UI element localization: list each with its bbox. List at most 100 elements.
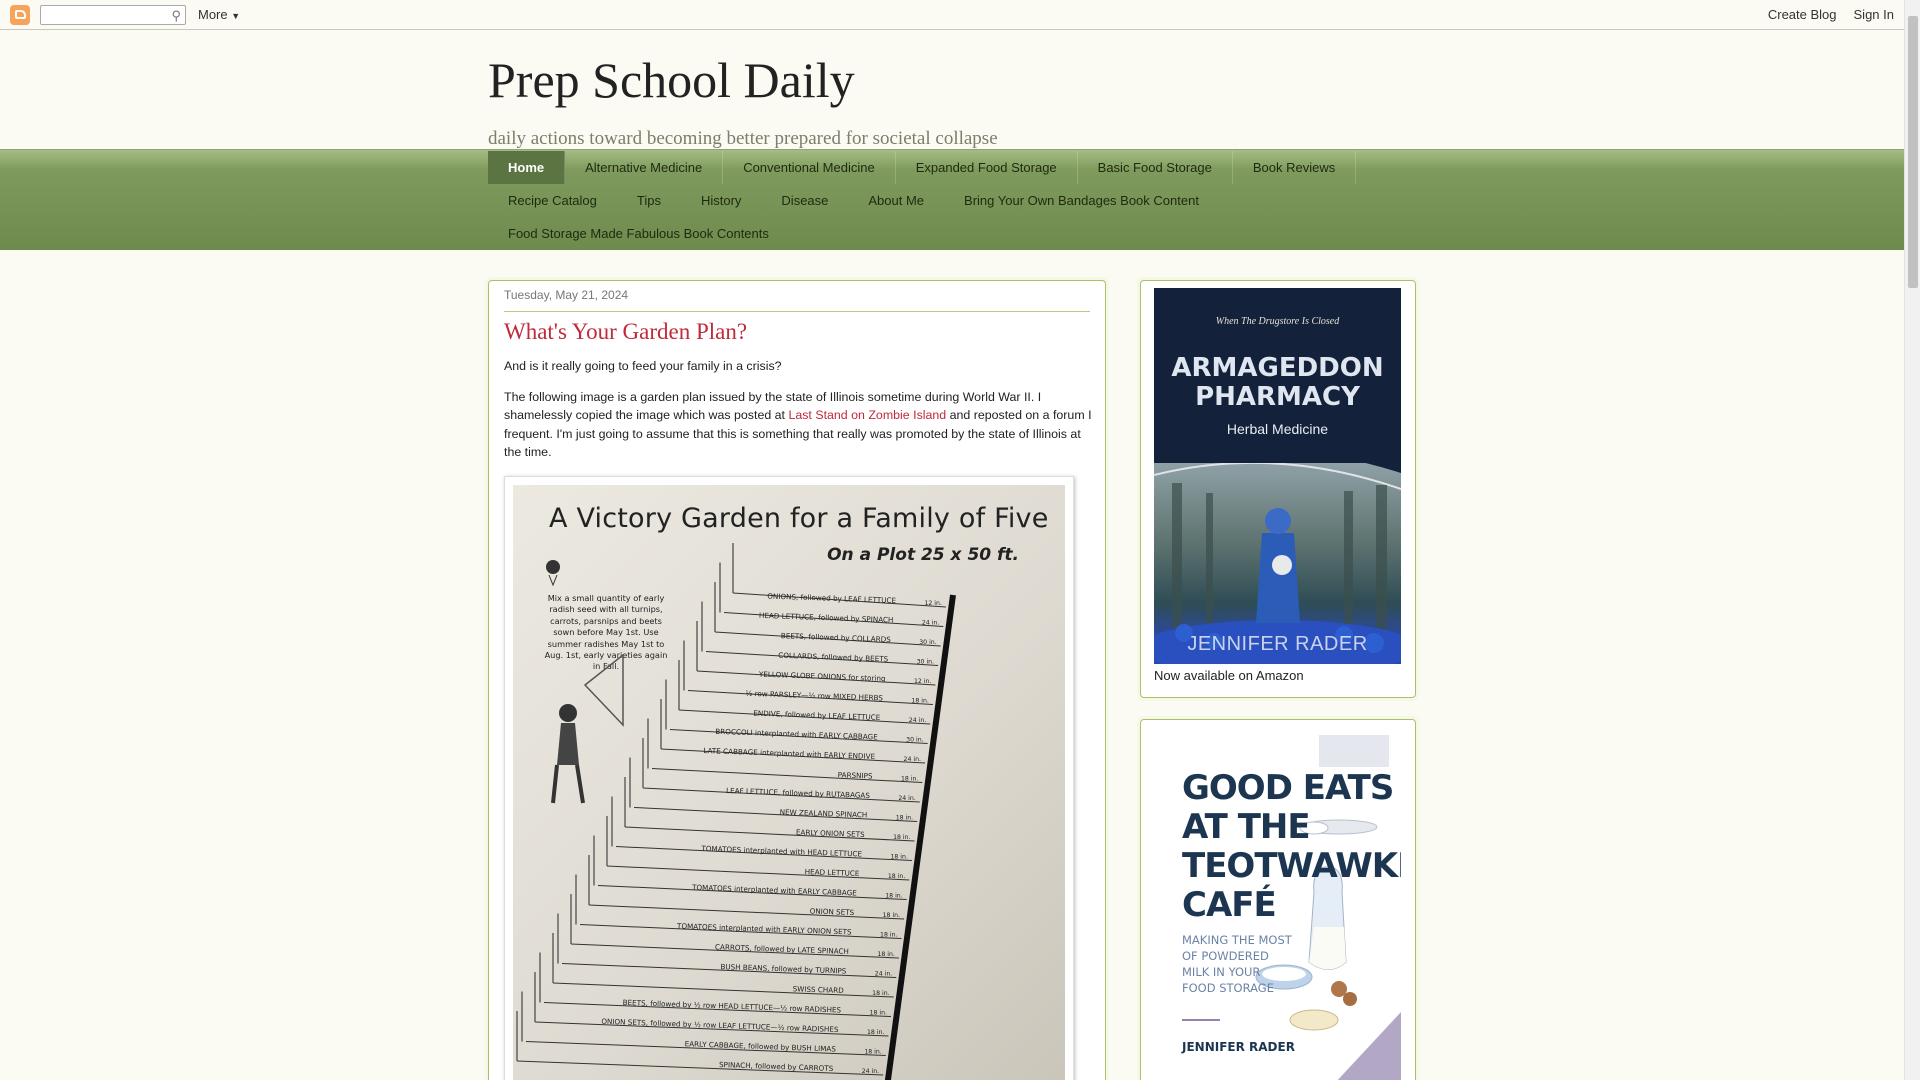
book-title: ARMAGEDDON PHARMACY	[1154, 354, 1401, 412]
garden-row-spacing: 24 in.	[875, 971, 892, 978]
gardener-illustration-icon	[546, 560, 624, 804]
post-date: Tuesday, May 21, 2024	[504, 288, 1090, 312]
garden-row-line	[588, 904, 905, 920]
blogger-logo-icon[interactable]	[10, 4, 30, 25]
garden-row-label: ½ row PARSLEY—½ row MIXED HERBS	[745, 689, 883, 703]
book-subtitle: Herbal Medicine	[1226, 421, 1329, 437]
garden-row-label: ENDIVE, followed by LEAF LETTUCE	[753, 709, 881, 722]
garden-row-label: BEETS, followed by ½ row HEAD LETTUCE—½ …	[623, 998, 842, 1015]
garden-row-spacing: 12 in.	[924, 600, 941, 607]
garden-row-label: PARSNIPS	[838, 770, 873, 780]
create-blog-link[interactable]: Create Blog	[1768, 7, 1837, 22]
garden-row-spacing: 18 in.	[872, 990, 889, 997]
garden-row-spacing: 18 in.	[867, 1029, 884, 1036]
tab-conventional-medicine[interactable]: Conventional Medicine	[723, 151, 896, 184]
book-title-line: TEOTWAWKI	[1182, 846, 1401, 886]
tab-home[interactable]: Home	[488, 151, 566, 184]
tab-alternative-medicine[interactable]: Alternative Medicine	[565, 151, 724, 184]
garden-row-label: ONION SETS	[810, 906, 855, 917]
garden-row-spacing: 24 in.	[904, 756, 921, 763]
garden-row-spacing: 24 in.	[862, 1068, 879, 1075]
blogger-navbar: ⚲ More ▼ Create Blog Sign In	[0, 0, 1904, 30]
book-subtitle-line: FOOD STORAGE	[1182, 981, 1274, 995]
tab-basic-food-storage[interactable]: Basic Food Storage	[1078, 151, 1233, 184]
book-subtitle-line: OF POWDERED	[1182, 949, 1269, 963]
book-caption: Now available on Amazon	[1154, 668, 1304, 683]
garden-row-spacing: 18 in.	[864, 1049, 881, 1056]
post-image-frame[interactable]: A Victory Garden for a Family of Five On…	[504, 476, 1074, 1080]
book-author: JENNIFER RADER	[1187, 633, 1368, 655]
victory-garden-image[interactable]: A Victory Garden for a Family of Five On…	[513, 485, 1065, 1080]
post-paragraph: The following image is a garden plan iss…	[504, 388, 1094, 462]
garden-row-label: HEAD LETTUCE	[805, 867, 860, 878]
vertical-scrollbar[interactable]	[1904, 0, 1920, 1080]
more-menu[interactable]: More ▼	[198, 7, 240, 22]
page-tabs: Home Alternative Medicine Conventional M…	[0, 149, 1904, 250]
caret-down-icon: ▼	[231, 11, 241, 21]
garden-row-spacing: 24 in.	[922, 620, 939, 627]
garden-row-label: BUSH BEANS, followed by TURNIPS	[720, 962, 847, 975]
garden-row-spacing: 18 in.	[888, 873, 905, 880]
garden-row-spacing: 30 in.	[917, 659, 934, 666]
scrollbar-thumb[interactable]	[1908, 16, 1918, 288]
sidebar-widget-book2: GOOD EATS AT THE TEOTWAWKI CAFÉ MAKING T…	[1140, 719, 1416, 1080]
garden-row-spacing: 30 in.	[906, 737, 923, 744]
blog-title[interactable]: Prep School Daily	[488, 48, 998, 112]
tab-recipe-catalog[interactable]: Recipe Catalog	[488, 184, 617, 217]
garden-row-spacing: 18 in.	[896, 815, 913, 822]
blog-header: Prep School Daily daily actions toward b…	[488, 48, 998, 150]
book-subtitle-line: MAKING THE MOST	[1182, 933, 1292, 947]
garden-row-label: COLLARDS, followed by BEETS	[778, 651, 889, 664]
garden-row-label: CARROTS, followed by LATE SPINACH	[715, 942, 849, 956]
post-title[interactable]: What's Your Garden Plan?	[504, 319, 747, 345]
garden-row-line	[624, 826, 915, 842]
garden-row-spacing: 18 in.	[911, 698, 928, 705]
garden-row-spacing: 24 in.	[898, 795, 915, 802]
garden-row-label: LATE CABBAGE interplanted with EARLY END…	[703, 746, 875, 761]
book-title-line: CAFÉ	[1182, 885, 1277, 925]
garden-row-label: EARLY ONION SETS	[796, 828, 865, 839]
tab-tips[interactable]: Tips	[617, 184, 681, 217]
garden-row-spacing: 18 in.	[890, 854, 907, 861]
tab-expanded-food-storage[interactable]: Expanded Food Storage	[896, 151, 1078, 184]
garden-row-spacing: 18 in.	[901, 776, 918, 783]
garden-row-spacing: 18 in.	[880, 932, 897, 939]
armageddon-pharmacy-cover[interactable]: When The Drugstore Is Closed ARMAGEDDON …	[1154, 288, 1401, 664]
garden-row-spacing: 12 in.	[914, 678, 931, 685]
tab-disease[interactable]: Disease	[761, 184, 848, 217]
tab-history[interactable]: History	[681, 184, 761, 217]
garden-row-label: SWISS CHARD	[793, 984, 845, 995]
garden-row-label: EARLY CABBAGE, followed by BUSH LIMAS	[685, 1039, 837, 1053]
last-stand-link[interactable]: Last Stand on Zombie Island	[788, 408, 946, 422]
book-title: GOOD EATS AT THE TEOTWAWKI CAFÉ	[1182, 769, 1401, 925]
garden-row-spacing: 18 in.	[883, 912, 900, 919]
book-tagline: When The Drugstore Is Closed	[1215, 316, 1340, 327]
garden-row-label: BEETS, followed by COLLARDS	[781, 631, 892, 644]
tab-bring-your-own-bandages[interactable]: Bring Your Own Bandages Book Content	[944, 184, 1219, 217]
garden-rows: ONIONS, followed by LEAF LETTUCE 12 in. HE…	[516, 543, 956, 1080]
post-paragraph: And is it really going to feed your fami…	[504, 359, 782, 373]
search-input[interactable]: ⚲	[40, 4, 186, 25]
book-title-line: AT THE	[1182, 807, 1311, 847]
sign-in-link[interactable]: Sign In	[1854, 7, 1894, 22]
book-subtitle: MAKING THE MOST OF POWDERED MILK IN YOUR…	[1182, 932, 1292, 996]
garden-row-spacing: 18 in.	[885, 893, 902, 900]
garden-row-label: TOMATOES interplanted with EARLY CABBAGE	[691, 883, 857, 898]
garden-row-label: ONIONS, followed by LEAF LETTUCE	[767, 592, 896, 606]
tab-row: Recipe Catalog Tips History Disease Abou…	[488, 184, 1348, 217]
tab-row: Home Alternative Medicine Conventional M…	[488, 151, 1357, 184]
garden-row-label: ONION SETS, followed by ½ row LEAF LETTU…	[601, 1017, 839, 1034]
blog-description: daily actions toward becoming better pre…	[488, 128, 998, 149]
tab-row: Food Storage Made Fabulous Book Contents	[488, 217, 1348, 250]
good-eats-cover[interactable]: GOOD EATS AT THE TEOTWAWKI CAFÉ MAKING T…	[1154, 727, 1401, 1080]
book-title-line: ARMAGEDDON	[1171, 353, 1384, 383]
tab-book-reviews[interactable]: Book Reviews	[1233, 151, 1357, 184]
search-icon[interactable]: ⚲	[171, 8, 181, 24]
book-title-line: PHARMACY	[1195, 382, 1360, 412]
post-body: And is it really going to feed your fami…	[504, 357, 1094, 474]
garden-row-spacing: 30 in.	[919, 639, 936, 646]
tab-food-storage-made-fabulous[interactable]: Food Storage Made Fabulous Book Contents	[488, 217, 789, 250]
garden-row-line	[633, 807, 918, 822]
garden-row-label: TOMATOES interplanted with EARLY ONION S…	[676, 921, 852, 936]
tab-about-me[interactable]: About Me	[848, 184, 944, 217]
